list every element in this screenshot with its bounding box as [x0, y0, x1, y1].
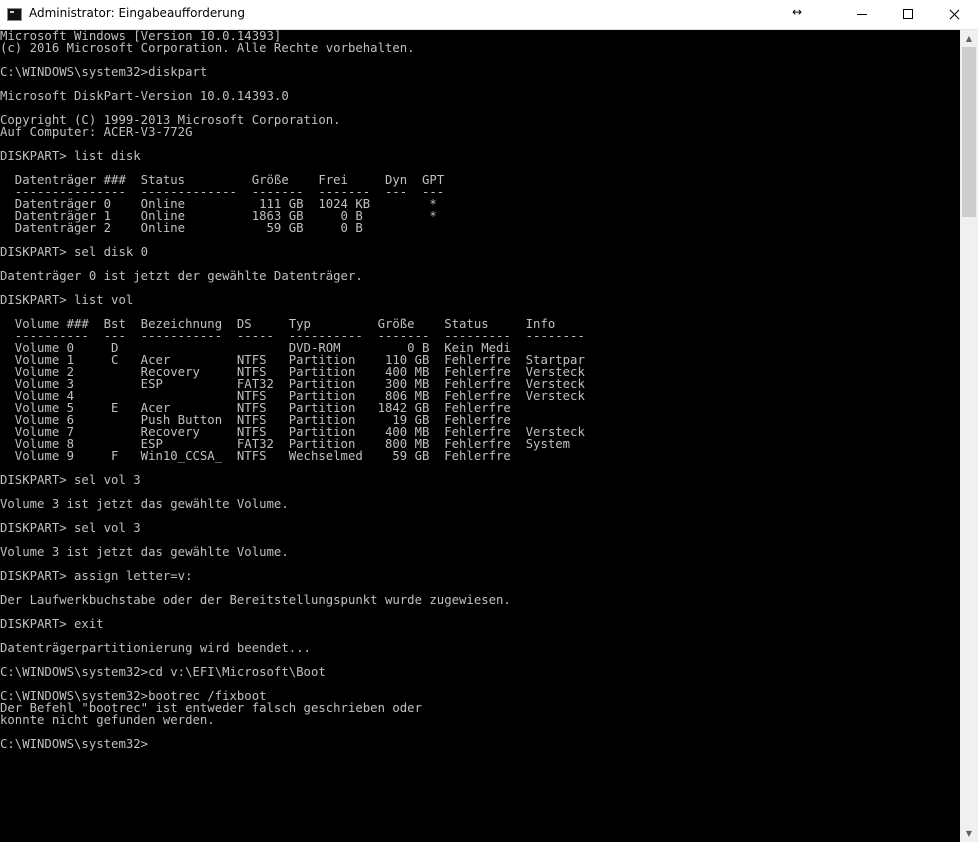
title-bar[interactable]: Administrator: Eingabeaufforderung ↔	[0, 0, 978, 30]
console-line: DISKPART> assign letter=v:	[0, 569, 193, 583]
console-line: DISKPART> sel disk 0	[0, 245, 149, 259]
console-output[interactable]: Microsoft Windows [Version 10.0.14393] (c…	[0, 30, 960, 842]
scroll-down-arrow-icon[interactable]: ▼	[960, 825, 978, 842]
console-window: Administrator: Eingabeaufforderung ↔ Mic…	[0, 0, 978, 842]
console-line: konnte nicht gefunden werden.	[0, 713, 215, 727]
window-title: Administrator: Eingabeaufforderung	[29, 6, 245, 20]
console-line: DISKPART> sel vol 3	[0, 473, 141, 487]
console-line: Datenträger 2 Online 59 GB 0 B	[0, 221, 363, 235]
console-line: Datenträger 0 ist jetzt der gewählte Dat…	[0, 269, 363, 283]
console-line: Datenträgerpartitionierung wird beendet.…	[0, 641, 311, 655]
console-line: DISKPART> exit	[0, 617, 104, 631]
console-line: Microsoft DiskPart-Version 10.0.14393.0	[0, 89, 289, 103]
console-line: DISKPART> sel vol 3	[0, 521, 141, 535]
console-line: Volume 9 F Win10_CCSA_ NTFS Wechselmed 5…	[0, 449, 511, 463]
command-prompt-icon[interactable]	[7, 8, 22, 21]
console-line: Volume 3 ist jetzt das gewählte Volume.	[0, 497, 289, 511]
scrollbar-thumb[interactable]	[962, 47, 976, 217]
close-button[interactable]	[931, 0, 977, 29]
maximize-button[interactable]	[885, 0, 931, 29]
minimize-button[interactable]	[839, 0, 885, 29]
console-line: C:\WINDOWS\system32>diskpart	[0, 65, 208, 79]
console-line: Der Laufwerkbuchstabe oder der Bereitste…	[0, 593, 511, 607]
console-line: (c) 2016 Microsoft Corporation. Alle Rec…	[0, 41, 415, 55]
console-line: DISKPART> list vol	[0, 293, 134, 307]
console-line: Volume 3 ist jetzt das gewählte Volume.	[0, 545, 289, 559]
console-line: C:\WINDOWS\system32>cd v:\EFI\Microsoft\…	[0, 665, 326, 679]
console-line: C:\WINDOWS\system32>	[0, 737, 149, 751]
console-line: DISKPART> list disk	[0, 149, 141, 163]
vertical-scrollbar[interactable]: ▲ ▼	[960, 30, 978, 842]
scroll-up-arrow-icon[interactable]: ▲	[960, 30, 978, 47]
resize-cursor-icon: ↔	[791, 5, 803, 19]
console-line: Auf Computer: ACER-V3-772G	[0, 125, 193, 139]
